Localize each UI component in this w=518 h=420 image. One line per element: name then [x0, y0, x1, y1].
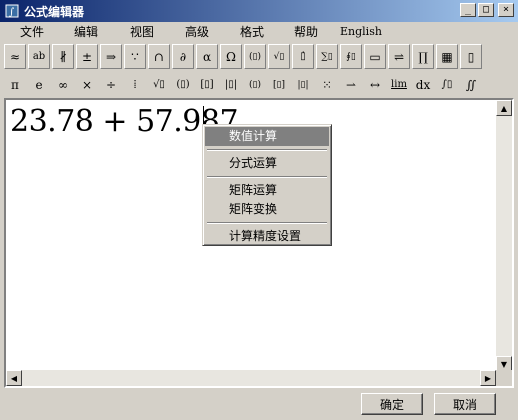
menu-separator	[207, 222, 327, 224]
close-button[interactable]: ×	[498, 3, 514, 17]
matrix-bracket-icon[interactable]: [▯]	[268, 72, 290, 97]
context-menu: 数值计算 分式运算 矩阵运算 矩阵变换 计算精度设置	[202, 124, 332, 246]
ok-button[interactable]: 确定	[361, 393, 423, 415]
product-template-icon[interactable]: ∏	[412, 44, 434, 69]
pi-icon[interactable]: π	[4, 72, 26, 97]
fraction-icon[interactable]: ⁞	[124, 72, 146, 97]
matrix-template-icon[interactable]: ▦	[436, 44, 458, 69]
infinity-icon[interactable]: ∞	[52, 72, 74, 97]
double-arrow-icon[interactable]: ↔	[364, 72, 386, 97]
menu-edit[interactable]: 编辑	[74, 23, 98, 41]
euler-icon[interactable]: e	[28, 72, 50, 97]
menu-fraction-calc[interactable]: 分式运算	[205, 154, 329, 173]
greek-upper-icon[interactable]: Ω	[220, 44, 242, 69]
horizontal-scrollbar[interactable]: ◀ ▶	[6, 370, 496, 386]
fence-template-icon[interactable]: (▯)	[244, 44, 266, 69]
approx-icon[interactable]: ≈	[4, 44, 26, 69]
integral-template-icon[interactable]: ∮▯	[340, 44, 362, 69]
menu-separator	[207, 149, 327, 151]
menu-english[interactable]: English	[340, 23, 382, 41]
scroll-left-icon[interactable]: ◀	[6, 370, 22, 386]
box-template-icon[interactable]: ▯	[460, 44, 482, 69]
menu-matrix-transform[interactable]: 矩阵变换	[205, 200, 329, 219]
scroll-up-icon[interactable]: ▲	[496, 100, 512, 116]
svg-text:∫: ∫	[9, 7, 14, 18]
absolute-icon[interactable]: |▯|	[220, 72, 242, 97]
bar-template-icon[interactable]: ▭	[364, 44, 386, 69]
menu-file[interactable]: 文件	[20, 23, 44, 41]
brackets-icon[interactable]: [▯]	[196, 72, 218, 97]
menu-separator	[207, 176, 327, 178]
greek-lower-icon[interactable]: α	[196, 44, 218, 69]
matrix-grid-icon[interactable]: ⁙	[316, 72, 338, 97]
menu-format[interactable]: 格式	[240, 23, 264, 41]
binomial-icon[interactable]: (▯)	[244, 72, 266, 97]
summation-template-icon[interactable]: ∑▯	[316, 44, 338, 69]
determinant-icon[interactable]: |▯|	[292, 72, 314, 97]
vector-arrow-icon[interactable]: ⇀	[340, 72, 362, 97]
integral-icon[interactable]: ∫▯	[436, 72, 458, 97]
vertical-scrollbar[interactable]: ▲ ▼	[496, 100, 512, 372]
maximize-button[interactable]: □	[478, 3, 494, 17]
menu-view[interactable]: 视图	[130, 23, 154, 41]
times-icon[interactable]: ×	[76, 72, 98, 97]
sqrt-icon[interactable]: √▯	[148, 72, 170, 97]
parentheses-icon[interactable]: (▯)	[172, 72, 194, 97]
menu-advanced[interactable]: 高级	[185, 23, 209, 41]
embellishment-icon[interactable]: ∦	[52, 44, 74, 69]
template-toolbar: π e ∞ × ÷ ⁞ √▯ (▯) [▯] |▯| (▯) [▯] |▯| ⁙…	[4, 72, 514, 98]
scroll-right-icon[interactable]: ▶	[480, 370, 496, 386]
subscript-template-icon[interactable]: ▯̇	[292, 44, 314, 69]
misc-symbol-icon[interactable]: ∂	[172, 44, 194, 69]
limit-icon[interactable]: lim	[388, 72, 410, 97]
arrow-icon[interactable]: ⇒	[100, 44, 122, 69]
title-bar: ∫ 公式编辑器 _ □ ×	[0, 0, 518, 22]
menu-numeric-calc[interactable]: 数值计算	[205, 127, 329, 146]
set-icon[interactable]: ∩	[148, 44, 170, 69]
menu-matrix-calc[interactable]: 矩阵运算	[205, 181, 329, 200]
fraction-radical-icon[interactable]: √▯	[268, 44, 290, 69]
menu-help[interactable]: 帮助	[294, 23, 318, 41]
double-integral-icon[interactable]: ∬	[460, 72, 482, 97]
app-icon: ∫	[4, 3, 20, 19]
differential-icon[interactable]: dx	[412, 72, 434, 97]
menu-bar: 文件 编辑 视图 高级 格式 帮助 English	[0, 22, 518, 42]
symbol-toolbar: ≈ ab ∦ ± ⇒ ∵ ∩ ∂ α Ω (▯) √▯ ▯̇ ∑▯ ∮▯ ▭ ⇌…	[4, 44, 514, 70]
size-grip	[496, 370, 512, 386]
cancel-button[interactable]: 取消	[434, 393, 496, 415]
operator-icon[interactable]: ±	[76, 44, 98, 69]
divide-icon[interactable]: ÷	[100, 72, 122, 97]
window-title: 公式编辑器	[24, 4, 85, 19]
spacing-icon[interactable]: ab	[28, 44, 50, 69]
labeled-arrow-icon[interactable]: ⇌	[388, 44, 410, 69]
menu-precision-settings[interactable]: 计算精度设置	[205, 227, 329, 246]
logic-icon[interactable]: ∵	[124, 44, 146, 69]
minimize-button[interactable]: _	[460, 3, 476, 17]
